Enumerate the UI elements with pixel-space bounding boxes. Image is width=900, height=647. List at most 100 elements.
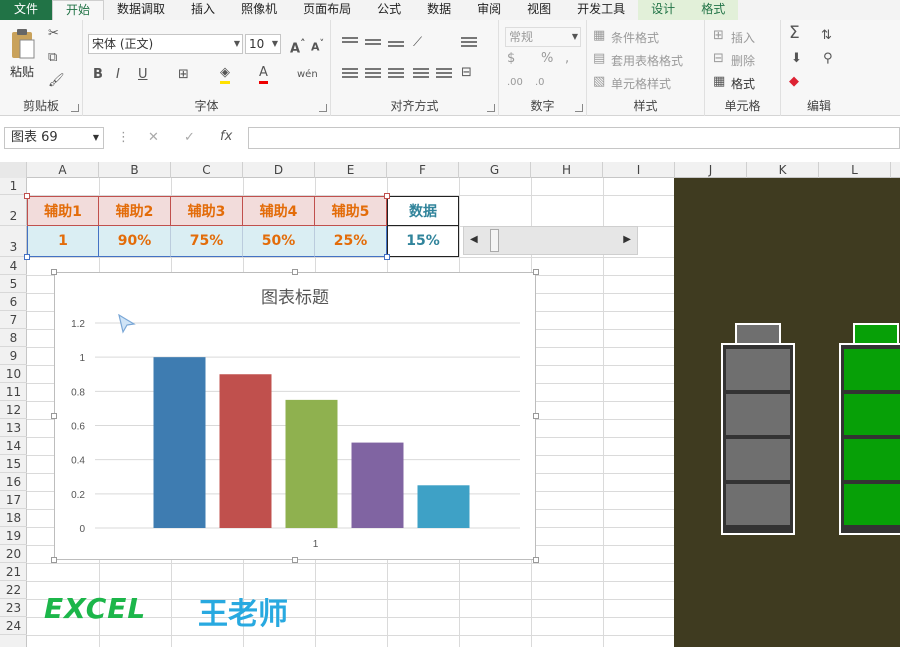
chart-resize-handle[interactable] (51, 557, 57, 563)
align-center-icon[interactable] (365, 68, 381, 80)
row-header-cell[interactable]: 6 (0, 293, 27, 311)
data-header-cell[interactable]: 数据 (387, 196, 459, 226)
fill-icon[interactable]: ⬇ (791, 51, 802, 67)
clear-icon[interactable]: ◆ (789, 74, 799, 90)
helper-value-cell[interactable]: 25% (315, 226, 387, 257)
row-header-cell[interactable]: 13 (0, 419, 27, 437)
range-handle[interactable] (24, 193, 30, 199)
chart-resize-handle[interactable] (533, 413, 539, 419)
cell-styles-icon[interactable]: ▧ (593, 74, 605, 90)
tab-camera[interactable]: 照像机 (228, 0, 290, 20)
sort-filter-icon[interactable]: ⇅ (821, 28, 832, 44)
helper-header-cell[interactable]: 辅助4 (243, 196, 315, 226)
underline-icon[interactable]: U (138, 67, 148, 83)
tab-developer[interactable]: 开发工具 (564, 0, 638, 20)
column-header-cell[interactable]: F (387, 162, 459, 178)
scroll-left-arrow-icon[interactable]: ◀ (470, 234, 478, 245)
row-header-cell[interactable]: 16 (0, 473, 27, 491)
copy-icon[interactable]: ⧉ (48, 50, 57, 66)
row-header-cell[interactable]: 15 (0, 455, 27, 473)
select-all-button[interactable] (0, 162, 27, 178)
row-header-cell[interactable]: 7 (0, 311, 27, 329)
format-as-table-icon[interactable]: ▤ (593, 51, 605, 67)
row-header-cell[interactable]: 21 (0, 563, 27, 581)
row-header-cell[interactable]: 24 (0, 617, 27, 635)
format-painter-icon[interactable]: 🖌 (48, 73, 65, 89)
align-left-icon[interactable] (342, 68, 358, 80)
paste-label[interactable]: 粘贴 (10, 63, 34, 80)
row-header-cell[interactable]: 20 (0, 545, 27, 563)
wrap-text-icon[interactable] (461, 37, 477, 49)
tab-format[interactable]: 格式 (688, 0, 739, 20)
row-header-cell[interactable]: 5 (0, 275, 27, 293)
row-header-cell[interactable]: 22 (0, 581, 27, 599)
helper-value-cell[interactable]: 50% (243, 226, 315, 257)
number-format-select[interactable]: 常规 ▼ (505, 27, 581, 47)
paste-icon[interactable] (10, 28, 36, 60)
name-box[interactable]: 图表 69 ▼ (4, 127, 104, 149)
increase-indent-icon[interactable] (436, 68, 452, 80)
comma-icon[interactable]: , (565, 51, 569, 67)
helper-header-cell[interactable]: 辅助3 (171, 196, 243, 226)
column-header-cell[interactable]: I (603, 162, 675, 178)
tab-review[interactable]: 审阅 (464, 0, 514, 20)
currency-icon[interactable]: $ (507, 51, 515, 67)
chart-resize-handle[interactable] (533, 557, 539, 563)
increase-decimal-icon[interactable]: .00 (507, 75, 523, 91)
column-header-cell[interactable]: H (531, 162, 603, 178)
row-header-cell[interactable]: 18 (0, 509, 27, 527)
tab-page-layout[interactable]: 页面布局 (290, 0, 364, 20)
row-header-cell[interactable]: 8 (0, 329, 27, 347)
percent-icon[interactable]: % (541, 51, 553, 67)
row-header-cell[interactable]: 1 (0, 178, 27, 195)
helper-header-cell[interactable]: 辅助1 (27, 196, 99, 226)
decrease-decimal-icon[interactable]: .0 (535, 75, 545, 91)
phonetic-icon[interactable]: wén (297, 67, 318, 83)
range-handle[interactable] (384, 193, 390, 199)
row-header-cell[interactable]: 2 (0, 195, 27, 226)
insert-function-icon[interactable]: fx (220, 129, 232, 145)
range-handle[interactable] (24, 254, 30, 260)
helper-value-cell[interactable]: 1 (27, 226, 99, 257)
align-right-icon[interactable] (388, 68, 404, 80)
scroll-right-arrow-icon[interactable]: ▶ (623, 234, 631, 245)
row-header-cell[interactable]: 14 (0, 437, 27, 455)
row-header-cell[interactable]: 17 (0, 491, 27, 509)
row-header-cell[interactable]: 4 (0, 257, 27, 275)
merge-center-icon[interactable]: ⊟ (461, 65, 472, 81)
alignment-launcher-icon[interactable] (487, 104, 495, 112)
scroll-thumb[interactable] (489, 229, 499, 252)
scrollbar-control[interactable]: ◀ ▶ (463, 226, 638, 255)
column-header-cell[interactable]: C (171, 162, 243, 178)
enter-icon[interactable]: ✓ (184, 130, 195, 146)
chart-resize-handle[interactable] (292, 269, 298, 275)
decrease-indent-icon[interactable] (413, 68, 429, 80)
column-header-cell[interactable]: K (747, 162, 819, 178)
align-middle-icon[interactable] (365, 39, 381, 51)
column-header-cell[interactable]: J (675, 162, 747, 178)
range-handle[interactable] (384, 254, 390, 260)
tab-data-fetch[interactable]: 数据调取 (104, 0, 178, 20)
cut-icon[interactable]: ✂ (48, 26, 59, 42)
number-launcher-icon[interactable] (575, 104, 583, 112)
align-top-icon[interactable] (342, 37, 358, 49)
bold-icon[interactable]: B (93, 67, 103, 83)
column-header-cell[interactable]: D (243, 162, 315, 178)
chart-resize-handle[interactable] (51, 269, 57, 275)
font-name-select[interactable]: 宋体 (正文) ▼ (88, 34, 243, 54)
delete-cells-button[interactable]: 删除 (731, 52, 755, 69)
data-value-cell[interactable]: 15% (387, 226, 459, 257)
insert-cells-icon[interactable]: ⊞ (713, 28, 724, 44)
column-header-cell[interactable]: L (819, 162, 891, 178)
chart-resize-handle[interactable] (292, 557, 298, 563)
tab-file[interactable]: 文件 (0, 0, 53, 20)
row-header-cell[interactable]: 10 (0, 365, 27, 383)
tab-view[interactable]: 视图 (514, 0, 564, 20)
font-size-select[interactable]: 10 ▼ (245, 34, 281, 54)
align-bottom-icon[interactable] (388, 41, 404, 53)
format-cells-icon[interactable]: ▦ (713, 74, 725, 90)
tab-insert[interactable]: 插入 (178, 0, 228, 20)
delete-cells-icon[interactable]: ⊟ (713, 51, 724, 67)
insert-cells-button[interactable]: 插入 (731, 29, 755, 46)
find-select-icon[interactable]: ⚲ (823, 51, 833, 67)
